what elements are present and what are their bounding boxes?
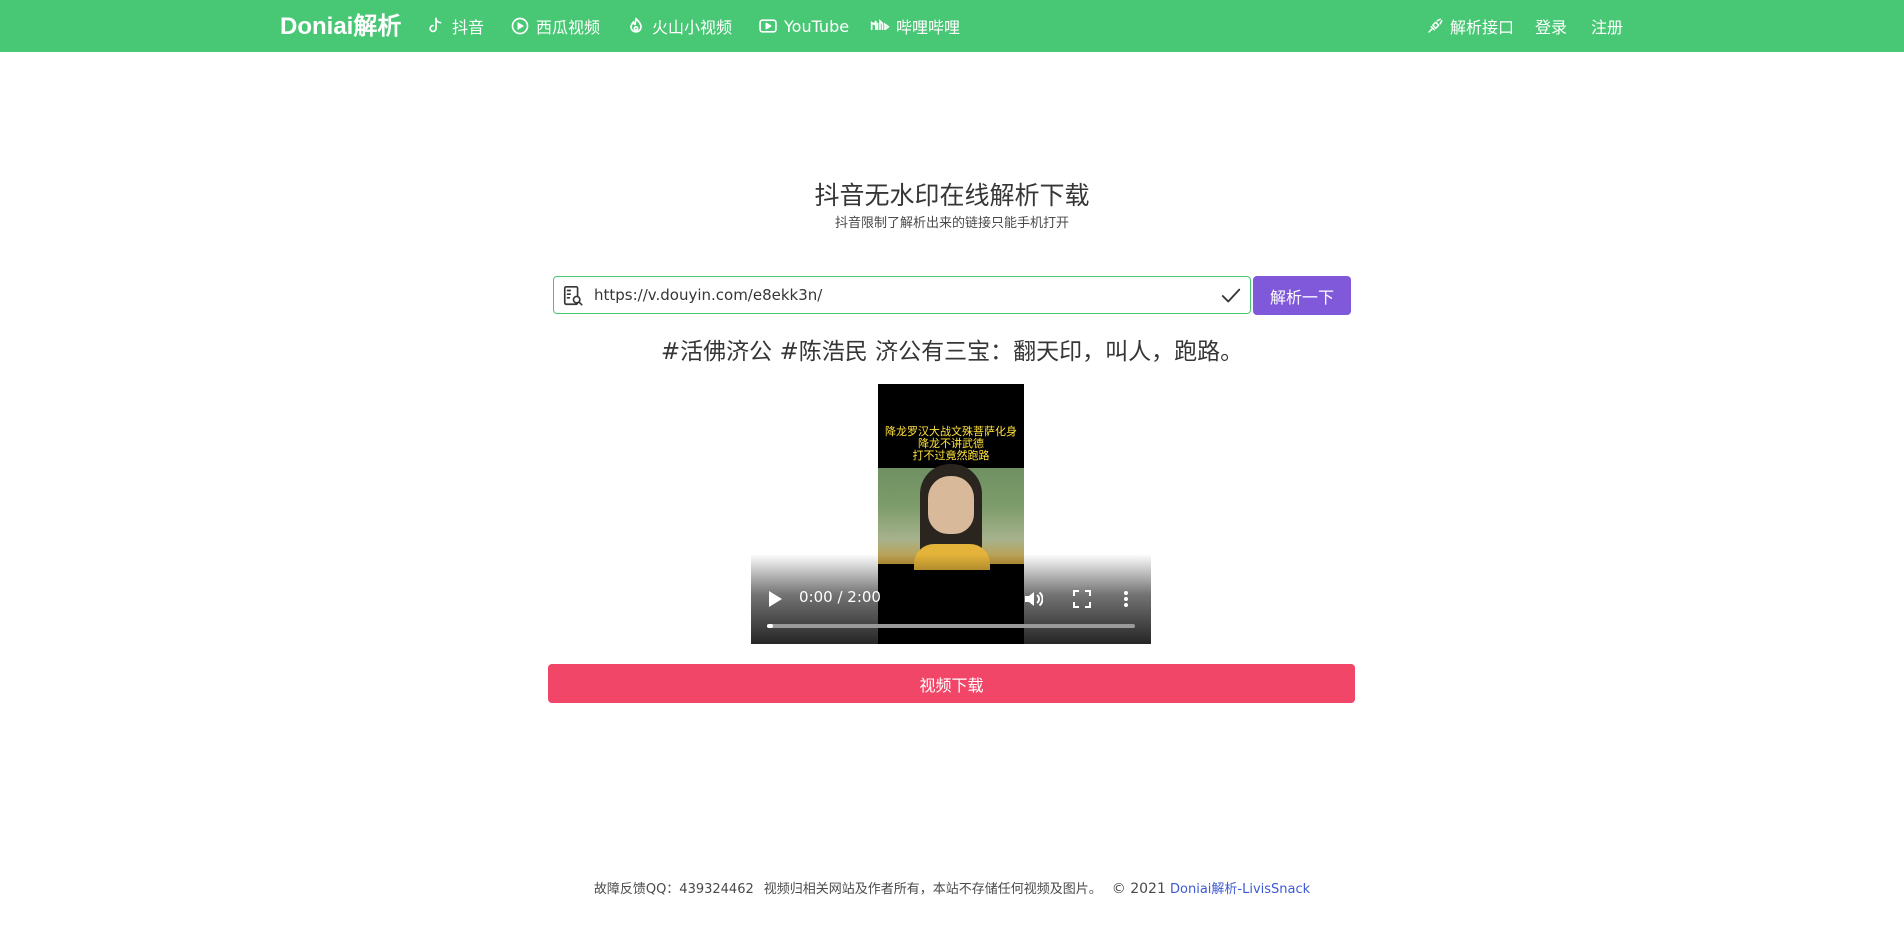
download-button[interactable]: 视频下载	[548, 664, 1355, 703]
plug-icon	[1428, 18, 1443, 33]
document-search-icon	[563, 286, 583, 306]
fullscreen-icon[interactable]	[1073, 590, 1091, 608]
nav-label-xigua: 西瓜视频	[536, 18, 601, 37]
video-controls: 0:00 / 2:00	[751, 554, 1151, 644]
nav-item-bilibili[interactable]: 哔哩哔哩	[870, 0, 960, 52]
youtube-icon	[759, 19, 777, 33]
huoshan-icon	[630, 17, 642, 33]
tiktok-icon	[429, 17, 442, 33]
nav-label-login: 登录	[1535, 18, 1568, 37]
nav-label-douyin: 抖音	[452, 18, 485, 37]
footer-disclaimer: 视频归相关网站及作者所有，本站不存储任何视频及图片。	[763, 882, 1102, 897]
footer-copyright: © 2021	[1111, 881, 1166, 897]
video-time: 0:00 / 2:00	[799, 588, 881, 606]
url-field	[553, 276, 1251, 314]
nav-item-api[interactable]: 解析接口	[1426, 0, 1514, 52]
page-subtitle: 抖音限制了解析出来的链接只能手机打开	[834, 216, 1069, 231]
video-progress-fill	[767, 624, 773, 628]
play-icon[interactable]	[767, 590, 783, 608]
nav-label-register: 注册	[1591, 18, 1624, 37]
page-title: 抖音无水印在线解析下载	[814, 181, 1090, 210]
nav-item-register[interactable]: 注册	[1591, 0, 1623, 52]
nav-label-api: 解析接口	[1450, 18, 1515, 37]
xigua-icon	[511, 17, 529, 35]
parse-button[interactable]: 解析一下	[1253, 276, 1351, 315]
video-player[interactable]: 降龙罗汉大战文殊菩萨化身 降龙不讲武德 打不过竟然跑路 0:00 / 2:00	[751, 384, 1151, 644]
footer: 故障反馈QQ：439324462 视频归相关网站及作者所有，本站不存储任何视频及图…	[0, 878, 1904, 897]
video-title: #活佛济公 #陈浩民 济公有三宝：翻天印，叫人，跑路。	[660, 339, 1244, 365]
footer-link[interactable]: Doniai解析-LivisSnack	[1170, 882, 1310, 897]
nav-label-bilibili: 哔哩哔哩	[896, 18, 961, 37]
nav-item-login[interactable]: 登录	[1535, 0, 1567, 52]
check-icon	[1221, 288, 1241, 303]
nav-label-youtube: YouTube	[784, 16, 850, 36]
nav-item-douyin[interactable]: 抖音	[426, 0, 484, 52]
nav-label-huoshan: 火山小视频	[652, 18, 733, 37]
bilibili-icon	[870, 18, 890, 31]
video-figure-face	[928, 476, 974, 534]
footer-feedback: 故障反馈QQ：439324462	[593, 882, 754, 897]
nav-item-huoshan[interactable]: 火山小视频	[626, 0, 732, 52]
nav-item-youtube[interactable]: YouTube	[758, 0, 849, 52]
more-options-icon[interactable]	[1123, 590, 1129, 608]
volume-icon[interactable]	[1023, 590, 1043, 608]
navbar: Doniai解析 抖音 西瓜视频 火山小视频 YouTube 哔哩哔哩 解析接口…	[0, 0, 1904, 52]
video-caption-line: 打不过竟然跑路	[912, 449, 990, 462]
brand-logo[interactable]: Doniai解析	[280, 0, 401, 52]
url-input[interactable]	[594, 277, 1194, 313]
video-progress-bar[interactable]	[767, 624, 1135, 628]
nav-item-xigua[interactable]: 西瓜视频	[510, 0, 600, 52]
